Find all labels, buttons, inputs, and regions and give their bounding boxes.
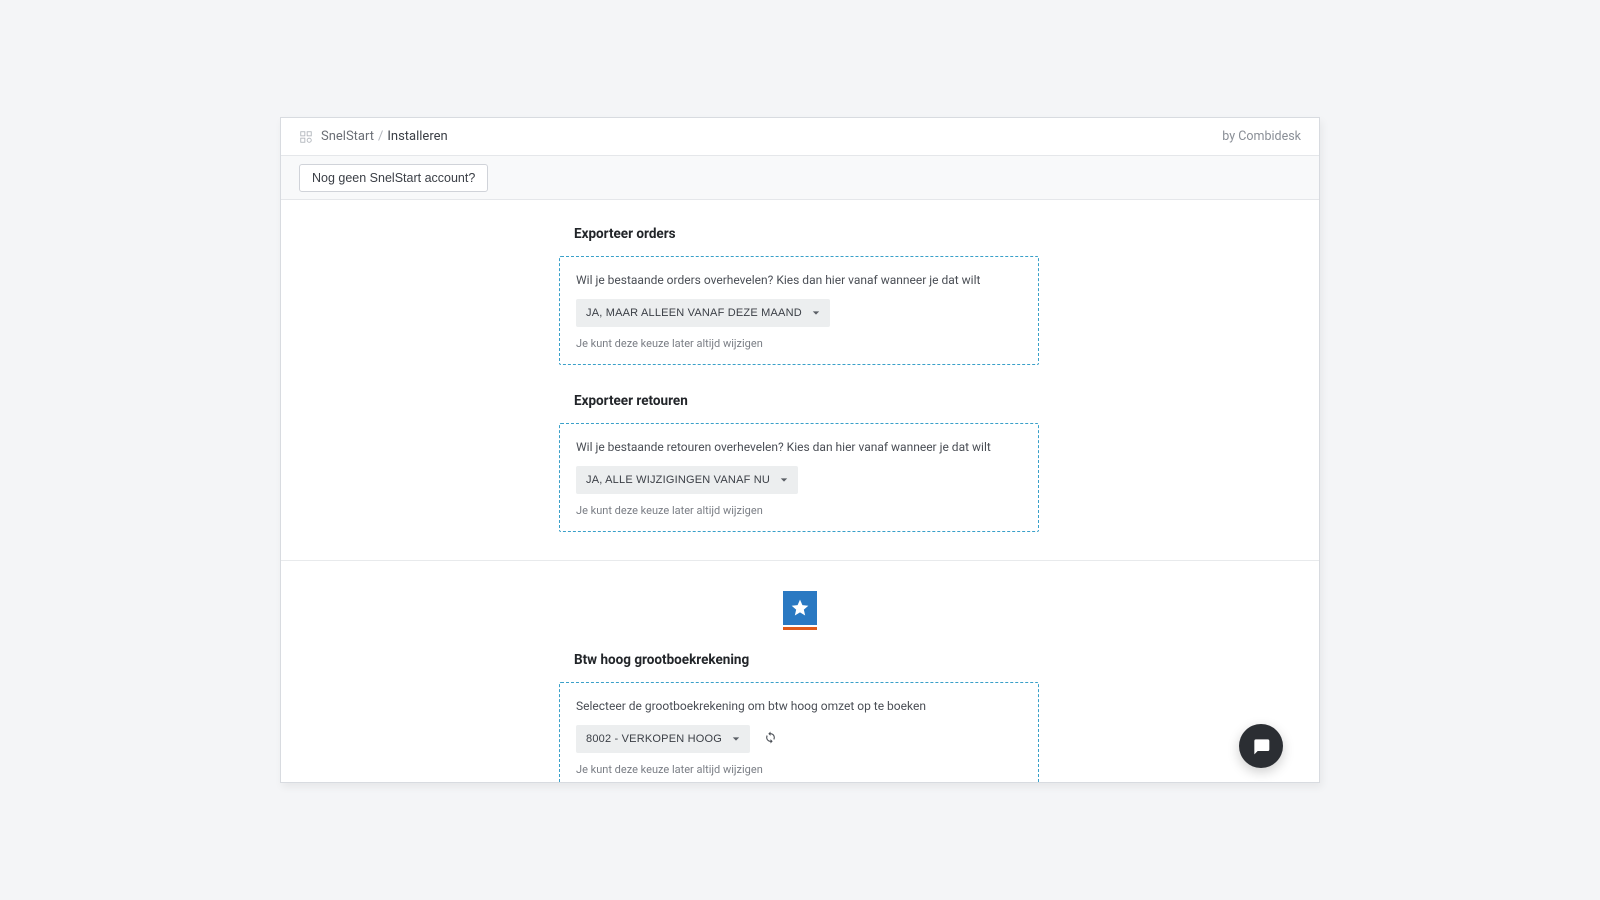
export-returns-title: Exporteer retouren [574,393,1319,409]
caret-down-icon [732,735,740,743]
export-orders-box: Wil je bestaande orders overhevelen? Kie… [559,256,1039,365]
logo-underline [783,627,817,630]
vat-high-select[interactable]: 8002 - VERKOPEN HOOG [576,725,750,753]
export-orders-prompt: Wil je bestaande orders overhevelen? Kie… [576,273,1022,287]
export-orders-select[interactable]: JA, MAAR ALLEEN VANAF DEZE MAAND [576,299,830,327]
export-orders-select-label: JA, MAAR ALLEEN VANAF DEZE MAAND [586,307,802,319]
refresh-icon[interactable] [764,731,777,744]
app-icon [299,130,313,144]
caret-down-icon [780,476,788,484]
install-panel: SnelStart / Installeren by Combidesk Nog… [280,117,1320,783]
star-icon [783,591,817,625]
vat-high-title: Btw hoog grootboekrekening [574,652,1319,668]
content-area: Exporteer orders Wil je bestaande orders… [281,200,1319,783]
export-returns-prompt: Wil je bestaande retouren overhevelen? K… [576,440,1022,454]
section-divider [281,560,1319,561]
vat-high-prompt: Selecteer de grootboekrekening om btw ho… [576,699,1022,713]
export-returns-select[interactable]: JA, ALLE WIJZIGINGEN VANAF NU [576,466,798,494]
export-orders-hint: Je kunt deze keuze later altijd wijzigen [576,337,1022,350]
caret-down-icon [812,309,820,317]
export-returns-select-label: JA, ALLE WIJZIGINGEN VANAF NU [586,474,770,486]
breadcrumb-root[interactable]: SnelStart [321,129,374,144]
breadcrumb-separator: / [378,129,383,144]
vat-high-box: Selecteer de grootboekrekening om btw ho… [559,682,1039,783]
chat-icon [1251,736,1271,756]
breadcrumb-bar: SnelStart / Installeren by Combidesk [281,118,1319,156]
breadcrumb-current: Installeren [387,129,447,144]
export-orders-title: Exporteer orders [574,226,1319,242]
export-returns-box: Wil je bestaande retouren overhevelen? K… [559,423,1039,532]
brand-by-text: by Combidesk [1222,129,1301,144]
export-returns-hint: Je kunt deze keuze later altijd wijzigen [576,504,1022,517]
toolbar: Nog geen SnelStart account? [281,156,1319,200]
snelstart-logo [281,591,1319,630]
vat-high-select-label: 8002 - VERKOPEN HOOG [586,733,722,745]
vat-high-hint: Je kunt deze keuze later altijd wijzigen [576,763,1022,776]
no-account-button[interactable]: Nog geen SnelStart account? [299,164,488,192]
chat-launcher[interactable] [1239,724,1283,768]
